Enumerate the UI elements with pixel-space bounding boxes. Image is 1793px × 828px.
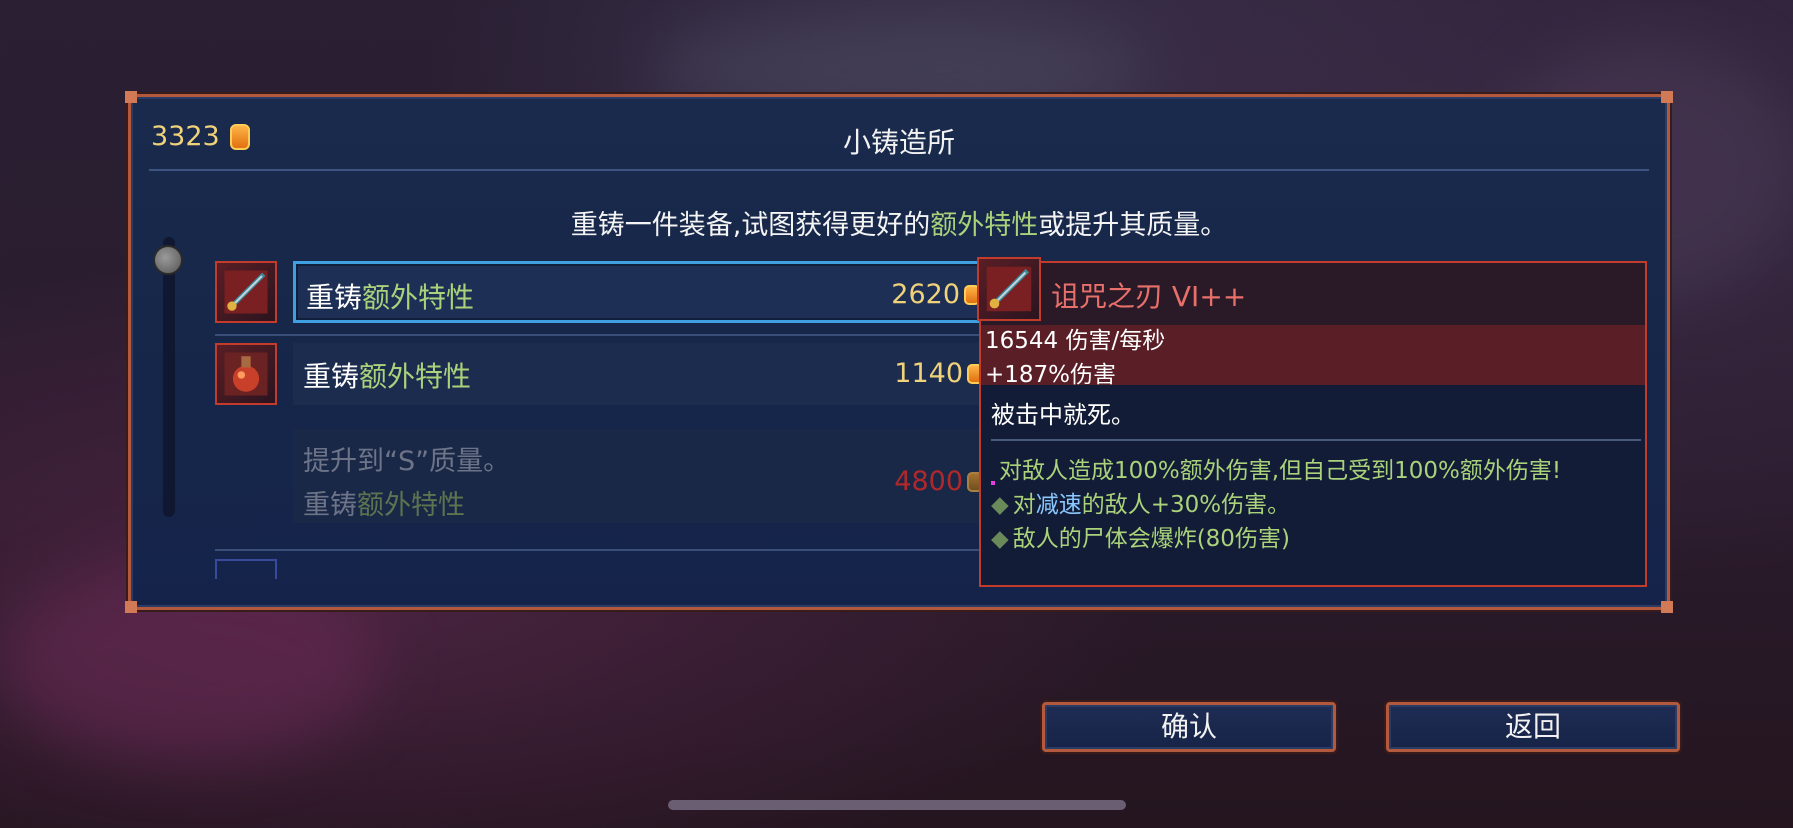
- scrollbar-track[interactable]: [163, 237, 175, 517]
- back-button[interactable]: 返回: [1386, 702, 1680, 752]
- price-value: 4800: [894, 466, 963, 497]
- frame-corner: [125, 91, 137, 103]
- reforge-option-1[interactable]: 重铸额外特性 2620: [293, 261, 993, 323]
- option-line1: 提升到“S”质量。: [303, 446, 511, 477]
- option-line2-a: 重铸: [303, 490, 357, 521]
- option-label: 重铸额外特性: [303, 355, 471, 395]
- title-divider: [149, 169, 1649, 171]
- scrollbar-knob[interactable]: [153, 245, 183, 275]
- option-price: 4800: [894, 466, 983, 497]
- price-value: 1140: [894, 358, 963, 389]
- reforge-panel: 3323 小铸造所 重铸一件装备,试图获得更好的额外特性或提升其质量。 重铸额外…: [125, 91, 1673, 613]
- affix-1: 对敌人造成100%额外伤害,但自己受到100%额外伤害!: [991, 451, 1561, 485]
- option-label-a: 重铸: [306, 281, 363, 314]
- home-indicator[interactable]: [668, 800, 1126, 810]
- tooltip-stats: 16544 伤害/每秒 +187%伤害: [981, 325, 1645, 388]
- affix-text: 敌人的尸体会爆炸(80伤害): [1012, 526, 1290, 552]
- potion-bomb-icon[interactable]: [215, 343, 277, 405]
- affix-text: 对: [1012, 492, 1036, 518]
- affix-text: 对敌人造成100%额外伤害,但自己受到100%额外伤害!: [999, 458, 1562, 484]
- frame-corner: [1661, 91, 1673, 103]
- tooltip-item-icon: [977, 257, 1041, 321]
- option-label-b: 额外特性: [359, 360, 472, 393]
- option-price: 2620: [891, 279, 980, 310]
- option-label-b: 额外特性: [362, 281, 475, 314]
- dps-stat: 16544 伤害/每秒: [985, 328, 1166, 354]
- option-label-a: 重铸: [303, 360, 360, 393]
- affix-text: 的敌人+30%伤害。: [1081, 492, 1291, 518]
- item-tooltip: 诅咒之刃 VI++ 16544 伤害/每秒 +187%伤害 被击中就死。 对敌人…: [979, 261, 1647, 587]
- item-name: 诅咒之刃 VI++: [1051, 280, 1247, 313]
- cursed-sword-icon[interactable]: [215, 261, 277, 323]
- option-price: 1140: [894, 358, 983, 389]
- option-line2: 重铸额外特性: [303, 483, 465, 522]
- next-item-icon[interactable]: [215, 559, 277, 579]
- diamond-bullet-icon: ◆: [991, 492, 1009, 518]
- tooltip-divider: [991, 439, 1641, 441]
- item-description: 被击中就死。: [991, 401, 1135, 429]
- frame-corner: [1661, 601, 1673, 613]
- confirm-button[interactable]: 确认: [1042, 702, 1336, 752]
- instruction-part: 或提升其质量。: [1038, 210, 1228, 241]
- upgrade-quality-option[interactable]: 提升到“S”质量。 重铸额外特性 4800: [293, 429, 993, 523]
- instruction-highlight: 额外特性: [930, 210, 1039, 241]
- affix-3: ◆ 敌人的尸体会爆炸(80伤害): [991, 519, 1290, 553]
- page-title: 小铸造所: [842, 126, 955, 159]
- diamond-bullet-icon: ◆: [991, 526, 1009, 552]
- reforge-option-2[interactable]: 重铸额外特性 1140: [293, 343, 993, 405]
- row-divider: [215, 549, 993, 551]
- frame-corner: [125, 601, 137, 613]
- instruction-part: 重铸一件装备,试图获得更好的: [570, 210, 931, 241]
- damage-bonus-stat: +187%伤害: [985, 362, 1117, 388]
- option-line2-b: 额外特性: [357, 490, 465, 521]
- affix-2: ◆ 对减速的敌人+30%伤害。: [991, 485, 1290, 519]
- price-value: 2620: [891, 279, 960, 310]
- row-divider: [215, 334, 993, 336]
- option-label: 重铸额外特性: [306, 276, 474, 316]
- affix-keyword: 减速: [1035, 492, 1082, 518]
- instruction-text: 重铸一件装备,试图获得更好的额外特性或提升其质量。: [131, 203, 1667, 242]
